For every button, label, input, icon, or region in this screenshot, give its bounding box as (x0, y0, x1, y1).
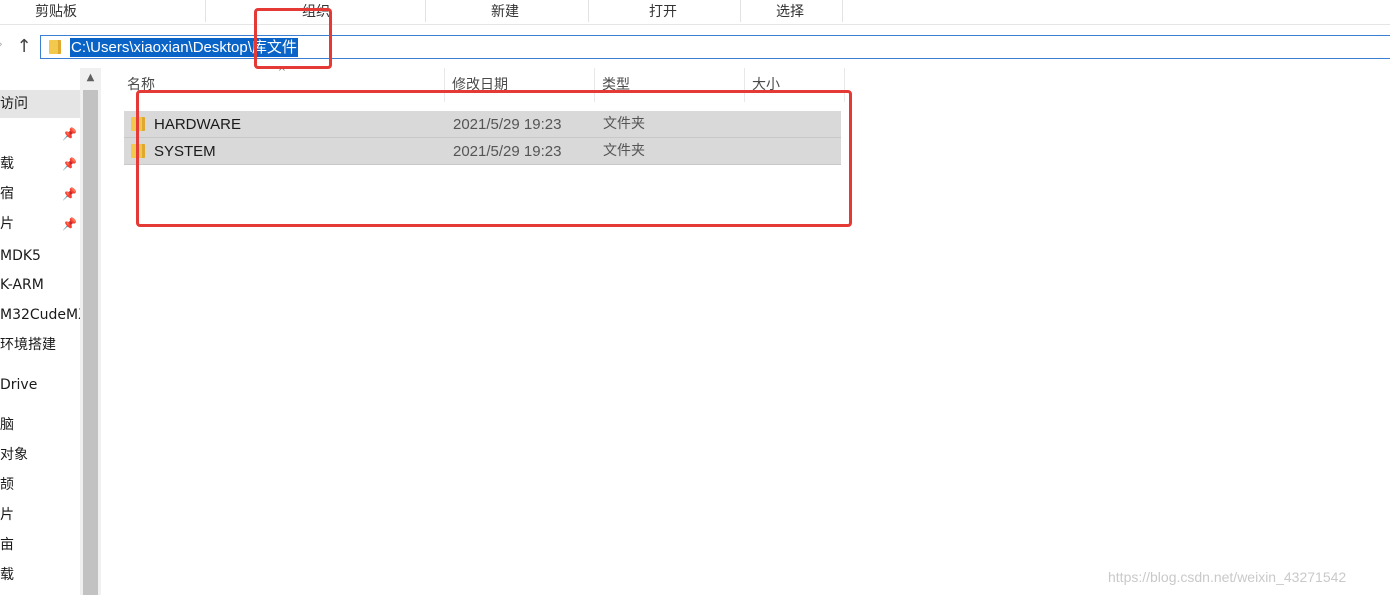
nav-item-label: K-ARM (0, 277, 44, 293)
nav-item-label: 亩 (0, 537, 14, 553)
file-explorer-window: 剪贴板 组织 新建 打开 选择 › ↑ C:\Users\xiaoxian\De… (0, 0, 1390, 595)
watermark-text: https://blog.csdn.net/weixin_43271542 (1108, 569, 1347, 585)
column-header-date-modified[interactable]: 修改日期 (445, 68, 595, 102)
file-type: 文件夹 (603, 116, 645, 132)
column-header-name[interactable]: 名称 (120, 68, 445, 102)
address-row: › ↑ C:\Users\xiaoxian\Desktop\库文件 (0, 28, 1390, 66)
column-header-size[interactable]: 大小 (745, 68, 845, 102)
nav-item-env-setup[interactable]: 环境搭建 (0, 331, 80, 359)
folder-icon (131, 117, 145, 131)
nav-item[interactable]: 载 (0, 561, 80, 589)
ribbon-separator (588, 0, 589, 22)
nav-item-label: 脑 (0, 417, 14, 433)
file-date-modified: 2021/5/29 19:23 (453, 143, 562, 160)
ribbon-group-organize[interactable]: 组织 (283, 3, 349, 21)
nav-item-3d-objects[interactable]: 对象 (0, 441, 80, 469)
file-list: ^ 名称 修改日期 类型 大小 HARDWARE 2021/5/29 19:23… (101, 68, 1390, 595)
ribbon-separator (842, 0, 843, 22)
ribbon: 剪贴板 组织 新建 打开 选择 (0, 0, 1390, 25)
nav-item-mdk5[interactable]: MDK5 (0, 242, 80, 270)
nav-item[interactable]: 片 📌 (0, 210, 80, 238)
nav-item-stm32cubemx[interactable]: M32CudeMX (0, 301, 80, 329)
address-path-text[interactable]: C:\Users\xiaoxian\Desktop\库文件 (70, 38, 298, 57)
file-row-hardware[interactable]: HARDWARE 2021/5/29 19:23 文件夹 (124, 111, 841, 138)
nav-item-label: 片 (0, 507, 14, 523)
ribbon-group-clipboard[interactable]: 剪贴板 (22, 3, 90, 21)
ribbon-separator (205, 0, 206, 22)
up-arrow-icon[interactable]: ↑ (15, 37, 33, 57)
nav-item[interactable]: 片 (0, 501, 80, 529)
nav-pane-scrollbar[interactable]: ▲ (80, 68, 101, 595)
file-name: SYSTEM (154, 143, 216, 160)
nav-item-label: M32CudeMX (0, 307, 80, 323)
nav-item-k-arm[interactable]: K-ARM (0, 271, 80, 299)
nav-item-label: 宿 (0, 186, 14, 202)
scroll-up-arrow-icon[interactable]: ▲ (80, 68, 101, 88)
nav-item[interactable]: 亩 (0, 531, 80, 559)
file-type: 文件夹 (603, 143, 645, 159)
nav-item-label: Drive (0, 377, 38, 393)
ribbon-separator (740, 0, 741, 22)
ribbon-separator (425, 0, 426, 22)
pin-icon: 📌 (62, 157, 77, 171)
pin-icon: 📌 (62, 187, 77, 201)
nav-item[interactable]: 载 📌 (0, 150, 80, 178)
nav-item-onedrive[interactable]: Drive (0, 371, 80, 399)
nav-item-this-pc[interactable]: 脑 (0, 411, 80, 439)
nav-item-label: 载 (0, 567, 14, 583)
nav-item[interactable]: 宿 📌 (0, 180, 80, 208)
nav-item-label: 访问 (0, 96, 28, 112)
pin-icon: 📌 (62, 217, 77, 231)
nav-item-label: 片 (0, 216, 14, 232)
nav-item-quick-access[interactable]: 访问 (0, 90, 80, 118)
nav-item-label: 环境搭建 (0, 337, 56, 353)
scrollbar-thumb[interactable] (83, 90, 98, 595)
file-row-system[interactable]: SYSTEM 2021/5/29 19:23 文件夹 (124, 138, 841, 165)
file-date-modified: 2021/5/29 19:23 (453, 116, 562, 133)
nav-item-label: 对象 (0, 447, 28, 463)
column-header-type[interactable]: 类型 (595, 68, 745, 102)
nav-item-label: 颉 (0, 477, 14, 493)
ribbon-group-new[interactable]: 新建 (472, 3, 538, 21)
ribbon-group-select[interactable]: 选择 (757, 3, 823, 21)
nav-item-label: MDK5 (0, 248, 41, 264)
forward-arrow-icon[interactable]: › (0, 38, 6, 50)
nav-item-label: 载 (0, 156, 14, 172)
address-bar[interactable]: C:\Users\xiaoxian\Desktop\库文件 (40, 35, 1390, 59)
ribbon-group-open[interactable]: 打开 (630, 3, 696, 21)
file-name: HARDWARE (154, 116, 241, 133)
pin-icon: 📌 (62, 127, 77, 141)
folder-icon (49, 40, 61, 54)
folder-icon (131, 144, 145, 158)
nav-item[interactable]: 📌 (0, 120, 80, 148)
nav-item[interactable]: 颉 (0, 471, 80, 499)
navigation-pane: 访问 📌 载 📌 宿 📌 片 📌 MDK5 K-ARM M32CudeMX 环境搭建 … (0, 68, 80, 595)
